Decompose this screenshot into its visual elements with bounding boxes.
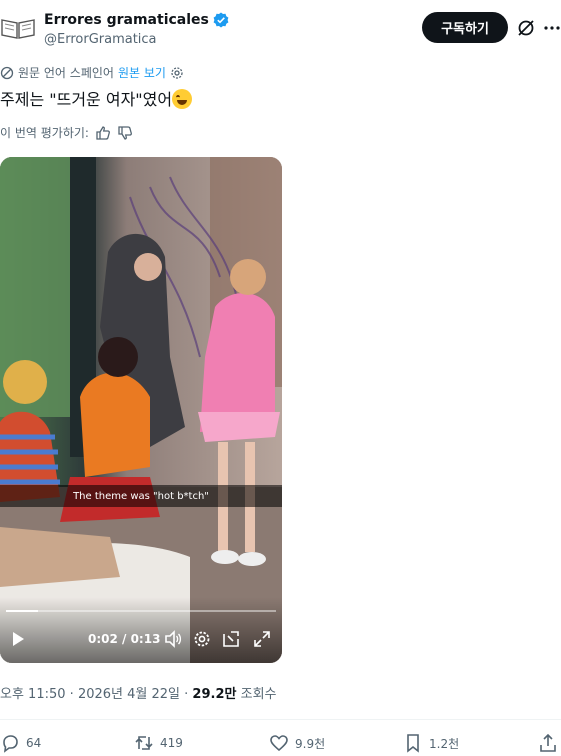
author-name-row: Errores gramaticales — [44, 12, 229, 28]
rate-translation-label: 이 번역 평가하기: — [0, 126, 89, 140]
post-meta: 오후 11:50 · 2026년 4월 22일 · 29.2만 조회수 — [0, 683, 277, 702]
views-label: 조회수 — [240, 687, 277, 702]
like-count: 9.9천 — [295, 736, 326, 751]
meta-separator-2: · — [184, 687, 189, 702]
rate-translation-row: 이 번역 평가하기: — [0, 124, 133, 141]
video-caption: The theme was "hot b*tch" — [0, 485, 282, 507]
open-book-icon[interactable] — [0, 14, 36, 40]
tweet-text-body: 주제는 "뜨거운 여자"였어 — [0, 90, 173, 109]
post-date[interactable]: 2026년 4월 22일 — [78, 687, 180, 702]
author-display-name[interactable]: Errores gramaticales — [44, 12, 209, 28]
share-icon — [540, 733, 556, 752]
video-player[interactable]: The theme was "hot b*tch" 0:02 / 0:13 — [0, 157, 282, 663]
bookmark-button[interactable]: 1.2천 — [403, 733, 459, 753]
repost-count: 419 — [160, 736, 183, 750]
author-handle[interactable]: @ErrorGramatica — [44, 32, 157, 47]
volume-icon[interactable] — [164, 630, 182, 648]
meta-separator: · — [69, 687, 74, 702]
picture-in-picture-icon[interactable] — [222, 630, 240, 648]
translation-info: 원문 언어 스페인어 원본 보기 — [0, 64, 184, 81]
fullscreen-icon[interactable] — [253, 630, 271, 648]
video-controls: 0:02 / 0:13 — [0, 597, 282, 663]
face-with-tears-of-joy-icon — [172, 89, 193, 109]
repost-button[interactable]: 419 — [134, 733, 183, 753]
gear-icon[interactable] — [170, 66, 184, 80]
thumbs-down-icon[interactable] — [117, 125, 133, 141]
video-time: 0:02 / 0:13 — [88, 632, 161, 646]
tweet-text: 주제는 "뜨거운 여자"였어 — [0, 86, 193, 110]
subscribe-button[interactable]: 구독하기 — [422, 12, 508, 43]
post-time[interactable]: 오후 11:50 — [0, 687, 66, 702]
action-bar: 64 419 9.9천 1.2천 — [0, 733, 561, 755]
show-original-link[interactable]: 원본 보기 — [118, 64, 166, 81]
post-header: Errores gramaticales @ErrorGramatica 구독하… — [0, 4, 561, 48]
video-progress-bar[interactable] — [6, 610, 276, 612]
bookmark-icon — [407, 734, 419, 753]
reply-icon — [3, 735, 18, 753]
reply-count: 64 — [26, 736, 42, 750]
heart-icon — [270, 735, 288, 752]
more-options-icon[interactable] — [543, 19, 561, 37]
like-button[interactable]: 9.9천 — [269, 733, 325, 753]
video-progress-fill — [6, 610, 39, 612]
verified-badge-icon — [213, 12, 229, 28]
repost-icon — [135, 736, 153, 750]
translation-source-label: 원문 언어 스페인어 — [18, 66, 114, 80]
views-count: 29.2만 — [192, 687, 237, 702]
divider — [0, 719, 561, 720]
play-icon[interactable] — [10, 631, 26, 647]
reply-button[interactable]: 64 — [0, 733, 41, 753]
bookmark-count: 1.2천 — [429, 736, 460, 751]
video-frame — [0, 157, 282, 663]
share-button[interactable] — [538, 733, 558, 753]
translate-icon — [0, 66, 14, 79]
settings-icon[interactable] — [193, 630, 211, 648]
thumbs-up-icon[interactable] — [95, 125, 111, 141]
grok-icon[interactable] — [516, 18, 536, 38]
